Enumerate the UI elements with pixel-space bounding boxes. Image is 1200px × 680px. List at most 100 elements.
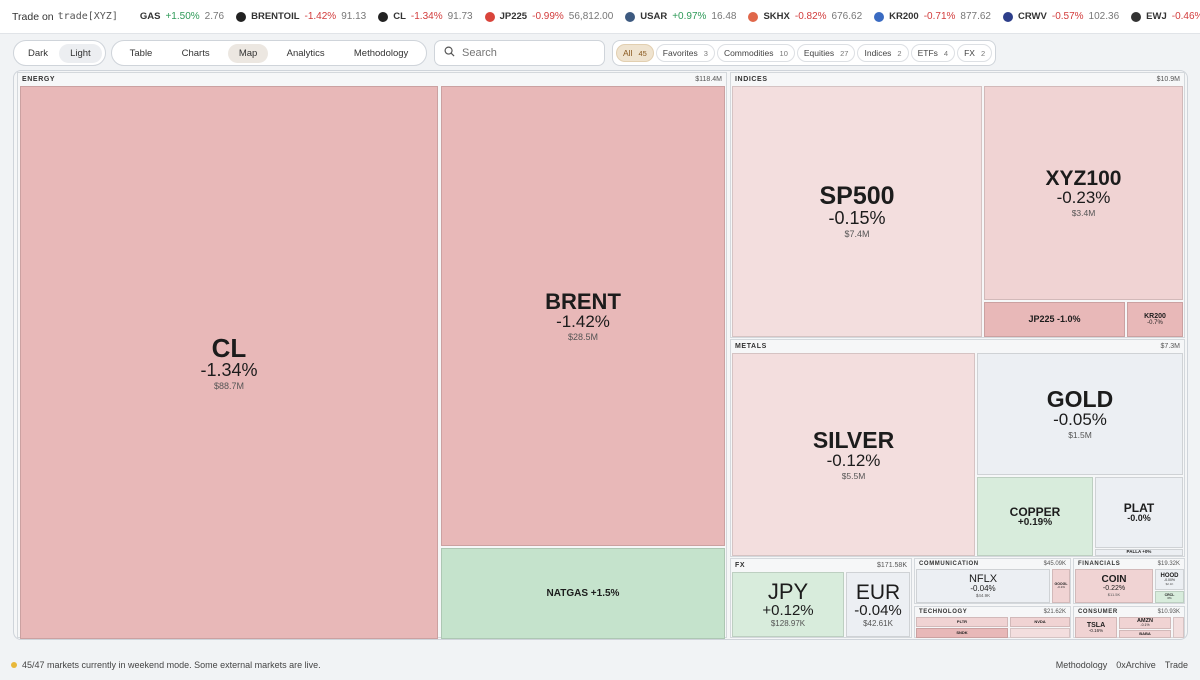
footer-link-0xarchive[interactable]: 0xArchive [1116,660,1156,670]
tile-hood[interactable]: HOOD -0.00% $2.1K [1155,569,1184,590]
search-icon [444,44,455,62]
ticker-item[interactable]: KR200 -0.71% 877.62 [874,11,991,22]
ticker-item[interactable]: GAS +1.50% 2.76 [140,11,224,22]
tile-volume: $7.4M [844,229,870,239]
section-technology: TECHNOLOGY $21.62K PLTR NVDA SNDK [914,606,1071,638]
filter-favorites[interactable]: Favorites 3 [655,44,715,62]
section-value: $171.58K [877,561,907,569]
tile-nvda[interactable]: NVDA [1010,617,1070,627]
ticker-symbol: USAR [640,11,668,22]
tile-symbol: BABA [1139,631,1151,636]
tile-baba[interactable]: BABA [1119,630,1171,638]
tab-methodology[interactable]: Methodology [343,44,419,63]
filter-count: 27 [840,48,849,58]
tile-amzn[interactable]: AMZN -0.1% [1119,617,1171,629]
ticker-change: +1.50% [165,11,200,22]
tile-jp225[interactable]: JP225 -1.0% [984,302,1125,337]
usar-logo-icon [625,11,636,22]
search-input[interactable] [462,47,592,59]
tile-tsla[interactable]: TSLA -0.16% [1075,617,1117,638]
ticker-change: -0.46% [1171,11,1200,22]
ticker-price: 2.76 [204,11,225,22]
tile-change: -0.1% [1140,623,1150,627]
tile-eur[interactable]: EUR -0.04% $42.61K [846,572,910,637]
ticker-symbol: CRWV [1018,11,1047,22]
tile-symbol: COPPER [1009,504,1061,519]
korea-flag-icon [874,11,885,22]
tile-change: -0.7% [1147,320,1163,326]
tile-xyz100[interactable]: XYZ100 -0.23% $3.4M [984,86,1183,300]
status-dot-icon [11,662,17,668]
ticker-change: -0.82% [794,11,827,22]
filter-commodities[interactable]: Commodities 10 [716,44,795,62]
footer-link-trade[interactable]: Trade [1165,660,1188,670]
tile-volume: $5.5M [841,470,866,481]
brand[interactable]: Trade on trade[XYZ] [0,11,118,23]
filter-indices[interactable]: Indices 2 [857,44,909,62]
ticker-item[interactable]: CL -1.34% 91.73 [378,11,473,22]
tab-charts[interactable]: Charts [171,44,221,63]
search-box[interactable] [434,40,605,66]
filter-label: Indices [864,48,892,58]
ticker-symbol: KR200 [889,11,919,22]
tile-label: PALLA +0% [1126,549,1152,555]
japan-flag-icon [484,11,495,22]
ticker-change: +0.97% [672,11,707,22]
ticker-symbol: EWJ [1146,11,1167,22]
tile-consumer-other[interactable] [1173,617,1184,638]
tile-jpy[interactable]: JPY +0.12% $128.97K [732,572,844,637]
tile-gold[interactable]: GOLD -0.05% $1.5M [977,353,1183,475]
tile-copper[interactable]: COPPER +0.19% [977,477,1093,556]
tile-sp500[interactable]: SP500 -0.15% $7.4M [732,86,982,337]
tile-kr200[interactable]: KR200 -0.7% [1127,302,1183,337]
tile-natgas[interactable]: NATGAS +1.5% [441,548,725,639]
tile-change: -0.15% [828,208,886,228]
filter-label: All [623,48,633,58]
tile-nflx[interactable]: NFLX -0.04% $44.9K [916,569,1050,603]
tab-table[interactable]: Table [119,44,164,63]
tile-change: -1.34% [200,359,258,380]
tile-palla[interactable]: PALLA +0% [1095,549,1183,556]
ticker-change: -0.99% [532,11,564,22]
ticker-item[interactable]: USAR +0.97% 16.48 [625,11,736,22]
tab-map[interactable]: Map [227,43,269,63]
tab-analytics[interactable]: Analytics [276,44,336,63]
tile-pltr[interactable]: PLTR [916,617,1008,627]
ticker-item[interactable]: EWJ-0.46%87.85 [1131,11,1200,22]
section-value: $7.3M [1160,342,1180,350]
filter-equities[interactable]: Equities 27 [796,44,856,62]
footer: 45/47 markets currently in weekend mode.… [0,656,1200,676]
tile-change: +0.12% [762,602,814,619]
theme-light-button[interactable]: Light [59,43,102,63]
tile-volume: $128.97K [770,619,806,628]
ticker-price: 102.36 [1088,11,1120,22]
tile-googl[interactable]: GOOGL -0.1% [1052,569,1070,603]
filter-all[interactable]: All 45 [616,44,654,62]
ticker-item[interactable]: CRWV -0.57% 102.36 [1003,11,1119,22]
tile-sndk[interactable]: SNDK [916,628,1008,638]
tile-plat[interactable]: PLAT -0.0% [1095,477,1183,548]
tile-change: -0.04% [970,583,996,593]
skhx-logo-icon [748,11,759,22]
section-name: FX [735,561,746,569]
tile-cl[interactable]: CL -1.34% $88.7M [20,86,438,639]
tile-silver[interactable]: SILVER -0.12% $5.5M [732,353,975,556]
tile-brent[interactable]: BRENT -1.42% $28.5M [441,86,725,546]
ticker-item[interactable]: BRENTOIL -1.42% 91.13 [236,11,366,22]
ticker-item[interactable]: SKHX -0.82% 676.62 [748,11,862,22]
filter-fx[interactable]: FX 2 [957,44,993,62]
section-value: $118.4M [695,75,722,83]
section-value: $45.09K [1043,561,1066,567]
ticker-price: 16.48 [711,11,737,22]
footer-link-methodology[interactable]: Methodology [1056,660,1108,670]
ticker-symbol: SKHX [763,11,790,22]
tile-coin[interactable]: COIN -0.22% $11.5K [1075,569,1153,603]
section-name: METALS [735,342,767,350]
tile-crcl[interactable]: CRCL 0% [1155,591,1184,603]
filter-etfs[interactable]: ETFs 4 [910,44,956,62]
filter-count: 2 [980,48,986,58]
theme-dark-button[interactable]: Dark [17,44,59,63]
ticker-item[interactable]: JP225 -0.99% 56,812.00 [484,11,613,22]
section-metals: METALS $7.3M SILVER -0.12% $5.5M GOLD -0.… [730,339,1185,557]
tile-tech-other[interactable] [1010,628,1070,638]
